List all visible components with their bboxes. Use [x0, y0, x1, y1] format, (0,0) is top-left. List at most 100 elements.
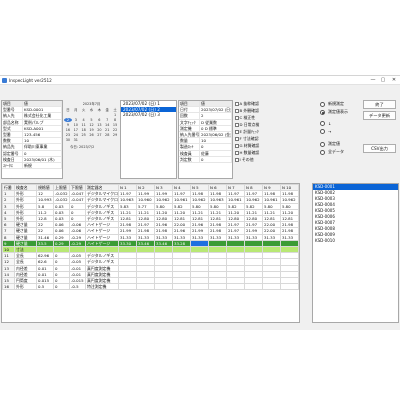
checkbox[interactable] [235, 158, 239, 162]
checkbox[interactable] [235, 144, 239, 148]
calendar-day[interactable]: 31 [72, 138, 80, 142]
table-cell[interactable]: デジタルノギス [85, 252, 119, 260]
table-cell[interactable]: 0.5 [36, 283, 54, 291]
table-cell[interactable]: デジタルマイクロ [85, 190, 119, 198]
calendar-day[interactable]: 17 [72, 128, 80, 132]
info-value[interactable]: 10 [23, 138, 62, 144]
table-cell[interactable] [189, 283, 209, 291]
table-cell[interactable]: デジタルノギス [85, 258, 119, 266]
table-cell[interactable] [261, 283, 281, 291]
minimize-button[interactable]: — [368, 77, 378, 84]
part-list-item[interactable]: KSD-0010 [313, 238, 398, 244]
calendar-day[interactable]: 9 [64, 123, 72, 127]
checkbox[interactable] [235, 137, 239, 141]
table-cell[interactable] [171, 283, 191, 291]
radio-dot[interactable] [320, 149, 325, 155]
csv-export-button[interactable]: CSV出力 [363, 144, 396, 153]
table-cell[interactable]: -0.032 [53, 196, 70, 204]
check-item[interactable]: B 外観確認 [235, 108, 259, 114]
table-cell[interactable] [207, 283, 227, 291]
info-value[interactable]: 0 [23, 150, 62, 156]
info-value[interactable]: 新規 [23, 162, 62, 169]
calendar-day[interactable]: 19 [88, 128, 96, 132]
detail-value[interactable]: D 従業数 [200, 119, 232, 125]
info-value[interactable]: 2023/06/01 (木) [23, 156, 62, 162]
calendar-day[interactable]: 8 [111, 118, 119, 122]
table-cell[interactable]: 外形 [14, 283, 37, 291]
checkbox[interactable] [235, 109, 239, 113]
calendar-day[interactable]: 6 [95, 118, 103, 122]
calendar-day[interactable]: 26 [88, 133, 96, 137]
calendar-day[interactable]: 1 [111, 113, 119, 117]
detail-value[interactable]: 0 D 標準 [200, 125, 232, 131]
calendar-grid[interactable]: 日月火水木金土 1 2 3 4 5 6 7 8 9 10 11 12 13 14 15 16 17 18 19 20 21… [64, 107, 119, 142]
table-cell[interactable]: デジタルノギス [85, 214, 119, 223]
calendar-day[interactable]: 21 [103, 128, 111, 132]
maximize-button[interactable]: ▢ [378, 77, 388, 84]
calendar-day[interactable]: 2 [64, 118, 72, 122]
calendar-day[interactable]: 15 [111, 123, 119, 127]
table-cell[interactable]: 特注測定機 [85, 283, 119, 291]
radio-mode[interactable]: 新規測定 [320, 101, 344, 107]
info-value[interactable]: 実例パルプ [23, 119, 62, 125]
checkbox[interactable] [235, 123, 239, 127]
check-item[interactable]: C 検正性 [235, 115, 255, 121]
calendar-day[interactable]: 5 [88, 118, 96, 122]
calendar-day[interactable]: 22 [111, 128, 119, 132]
calendar-day[interactable]: 20 [95, 128, 103, 132]
calendar-day[interactable]: 14 [103, 123, 111, 127]
calendar-day[interactable]: 30 [64, 138, 72, 142]
radio-arrows[interactable]: ↓ [320, 121, 331, 126]
table-cell[interactable]: デジタルマイクロ [85, 196, 119, 204]
calendar-day[interactable]: 29 [111, 133, 119, 137]
calendar-day[interactable]: 16 [64, 128, 72, 132]
detail-value[interactable]: 0 [200, 156, 232, 162]
calendar-day[interactable]: 24 [72, 133, 80, 137]
calendar-day[interactable]: 7 [103, 118, 111, 122]
calendar-day[interactable]: 13 [95, 123, 103, 127]
detail-value[interactable]: 10 [200, 138, 232, 144]
check-item[interactable]: H 数量確認 [235, 150, 259, 156]
radio-dot[interactable] [320, 141, 325, 147]
radio-dot[interactable] [320, 129, 325, 134]
check-item[interactable]: D 日常点検 [235, 122, 259, 128]
table-row[interactable]: 2 外形 10.993 -0.032 -0.047 デジタルマイクロ 10.963 10.96… [2, 196, 299, 204]
check-item[interactable]: F 寸法確認 [235, 136, 259, 142]
table-cell[interactable]: -0.015 [69, 277, 86, 285]
calendar-day[interactable]: 12 [88, 123, 96, 127]
part-number-list[interactable]: KSD-0001 KSD-0002 KSD-0003 KSD-0004 KSD-0005… [312, 183, 399, 323]
calendar-day[interactable]: 11 [80, 123, 88, 127]
close-button[interactable]: ✕ [389, 77, 399, 84]
calendar-day[interactable]: 23 [64, 133, 72, 137]
checkbox[interactable] [235, 130, 239, 134]
calendar-day[interactable]: 10 [72, 123, 80, 127]
info-row[interactable]: ｽﾃｰﾀｽ 新規 [2, 162, 62, 170]
detail-value[interactable]: 佐藤 [200, 150, 232, 156]
table-cell[interactable] [135, 283, 155, 291]
check-item[interactable]: A 抜粋確認 [235, 101, 259, 107]
table-cell[interactable]: -0.5 [69, 283, 86, 291]
radio-filter[interactable]: 測定値 [320, 141, 340, 147]
finish-button[interactable]: 終了 [363, 100, 396, 109]
calendar-day[interactable]: 25 [80, 133, 88, 137]
check-item[interactable]: E 計量ﾁｪｯｸ [235, 129, 259, 135]
calendar[interactable]: 2023年7月 日月火水木金土 1 2 3 4 5 6 7 8 9 10 11 12 13 14 15 16 17… [64, 101, 119, 153]
calendar-day[interactable]: 4 [80, 118, 88, 122]
update-data-button[interactable]: データ更新 [363, 111, 396, 120]
date-list[interactable]: 2023/07/02 (日) 1 2023/07/02 (日) 2 2023/07/… [120, 100, 177, 179]
table-cell[interactable] [117, 283, 137, 291]
detail-value[interactable]: 2023/07/02 (日) [200, 107, 232, 113]
checkbox[interactable] [235, 102, 239, 106]
calendar-day[interactable]: 3 [72, 118, 80, 122]
check-item[interactable]: I その他 [235, 157, 254, 163]
checkbox[interactable] [235, 116, 239, 120]
info-value[interactable]: 伴助川東事業 [23, 144, 62, 150]
detail-row[interactable]: 判定数 0 [179, 156, 232, 163]
radio-filter[interactable]: 全データ [320, 149, 344, 155]
detail-value[interactable]: 0 [200, 144, 232, 150]
info-value[interactable]: KSD-0001 [23, 107, 62, 113]
table-cell[interactable]: -0.047 [69, 196, 86, 204]
info-value[interactable]: KSD-A001 [23, 125, 62, 131]
radio-mode[interactable]: 測定値表示 [320, 109, 348, 115]
info-value[interactable]: 123-456 [23, 131, 62, 138]
